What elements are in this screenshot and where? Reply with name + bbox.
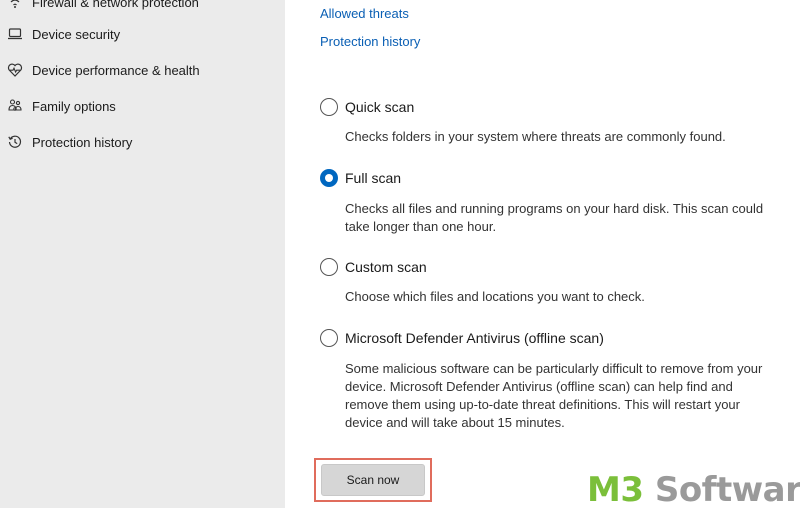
sidebar-item-label: Device performance & health xyxy=(32,62,200,78)
quick-scan-label[interactable]: Quick scan xyxy=(345,99,414,115)
sidebar: Firewall & network protection Device sec… xyxy=(0,0,285,508)
scan-option-offline: Microsoft Defender Antivirus (offline sc… xyxy=(320,329,762,430)
quick-scan-radio-row[interactable]: Quick scan xyxy=(320,98,414,116)
wifi-antenna-icon xyxy=(6,0,24,11)
quick-scan-radio[interactable] xyxy=(320,98,338,116)
sidebar-item-firewall[interactable]: Firewall & network protection xyxy=(0,0,285,16)
watermark-m3: M3 xyxy=(587,470,644,508)
heart-pulse-icon xyxy=(6,61,24,79)
offline-scan-radio[interactable] xyxy=(320,329,338,347)
allowed-threats-link[interactable]: Allowed threats xyxy=(320,6,409,21)
sidebar-item-label: Protection history xyxy=(32,134,133,150)
scan-option-full: Full scan Checks all files and running p… xyxy=(320,169,763,234)
scan-now-highlight: Scan now xyxy=(314,458,432,502)
custom-scan-description: Choose which files and locations you wan… xyxy=(345,289,645,304)
offline-scan-description: Some malicious software can be particula… xyxy=(345,361,763,430)
sidebar-item-protection-history[interactable]: Protection history xyxy=(0,128,285,156)
sidebar-item-family-options[interactable]: Family options xyxy=(0,92,285,120)
scan-option-custom: Custom scan Choose which files and locat… xyxy=(320,258,645,304)
offline-scan-label[interactable]: Microsoft Defender Antivirus (offline sc… xyxy=(345,330,604,346)
quick-scan-description: Checks folders in your system where thre… xyxy=(345,129,726,144)
full-scan-radio[interactable] xyxy=(320,169,338,187)
main-content: Allowed threats Protection history Quick… xyxy=(285,0,800,508)
m3-software-watermark: M3 Software xyxy=(587,470,800,508)
sidebar-item-label: Family options xyxy=(32,98,116,114)
full-scan-radio-row[interactable]: Full scan xyxy=(320,169,401,187)
sidebar-item-device-security[interactable]: Device security xyxy=(0,20,285,48)
scan-option-quick: Quick scan Checks folders in your system… xyxy=(320,98,726,144)
radio-selected-dot xyxy=(325,174,333,182)
scan-now-button[interactable]: Scan now xyxy=(321,464,425,496)
custom-scan-radio-row[interactable]: Custom scan xyxy=(320,258,427,276)
offline-scan-radio-row[interactable]: Microsoft Defender Antivirus (offline sc… xyxy=(320,329,604,347)
history-icon xyxy=(6,133,24,151)
custom-scan-label[interactable]: Custom scan xyxy=(345,259,427,275)
protection-history-link[interactable]: Protection history xyxy=(320,34,420,49)
full-scan-label[interactable]: Full scan xyxy=(345,170,401,186)
sidebar-item-label: Device security xyxy=(32,26,121,42)
custom-scan-radio[interactable] xyxy=(320,258,338,276)
watermark-software: Software xyxy=(654,470,800,508)
family-icon xyxy=(6,97,24,115)
sidebar-item-device-performance[interactable]: Device performance & health xyxy=(0,56,285,84)
laptop-icon xyxy=(6,25,24,43)
sidebar-item-label: Firewall & network protection xyxy=(32,0,199,10)
full-scan-description: Checks all files and running programs on… xyxy=(345,201,764,234)
